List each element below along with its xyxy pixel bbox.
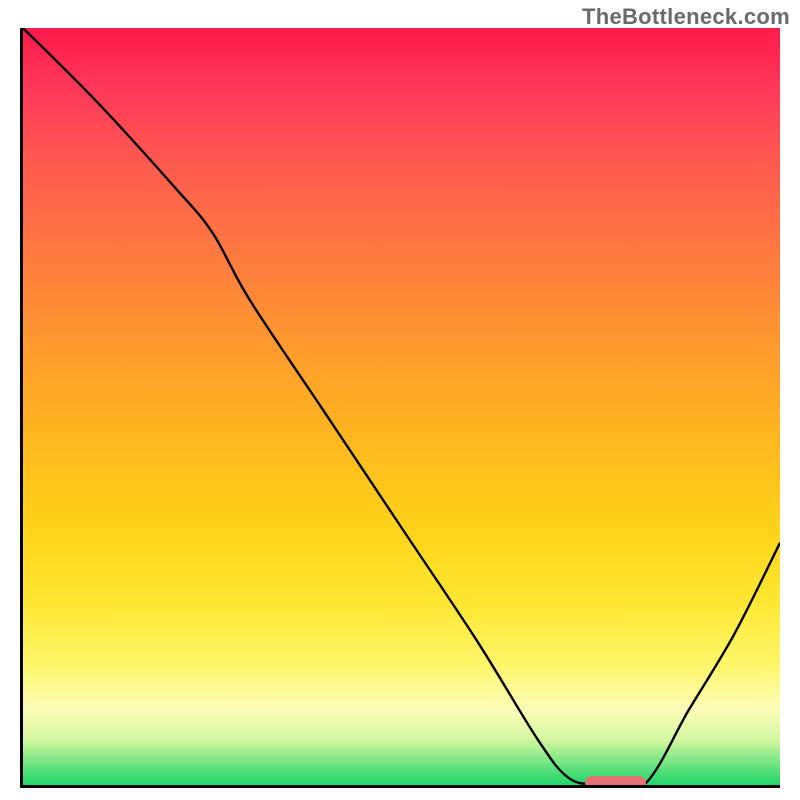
bottleneck-curve bbox=[23, 28, 780, 785]
optimal-range-marker bbox=[585, 776, 646, 788]
curve-svg bbox=[23, 28, 780, 785]
chart-container: TheBottleneck.com bbox=[0, 0, 800, 800]
plot-area bbox=[20, 28, 780, 788]
watermark-text: TheBottleneck.com bbox=[582, 4, 790, 30]
